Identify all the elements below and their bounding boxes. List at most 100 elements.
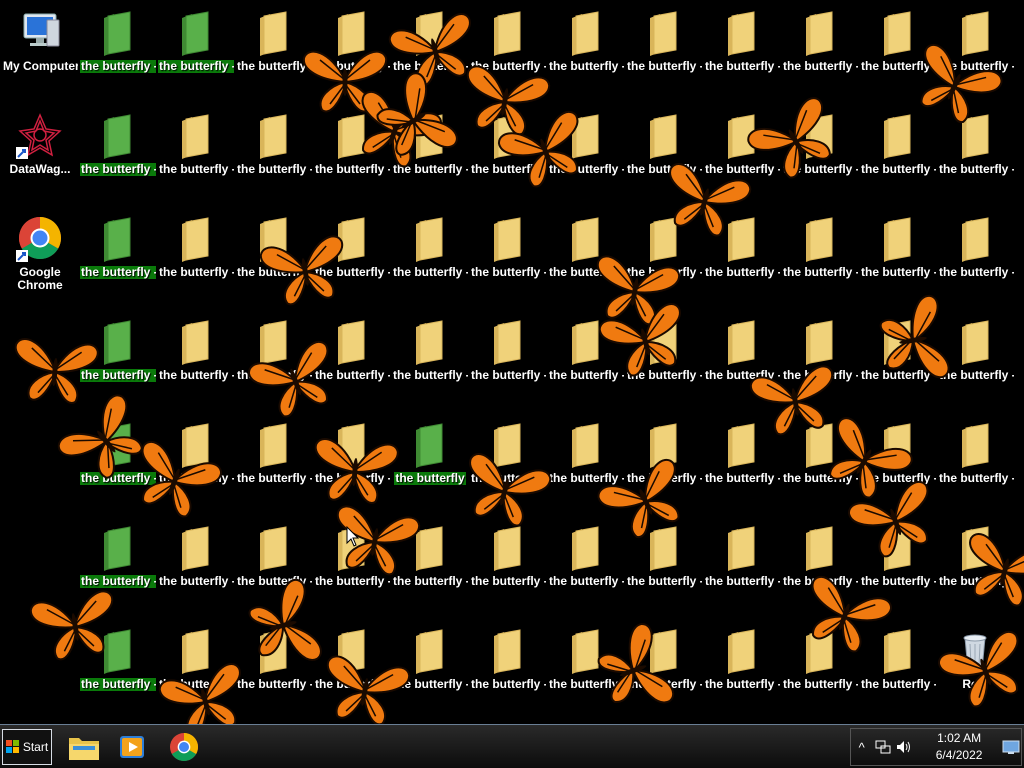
folder-item[interactable]: the butterfly - Copy (6) [80, 105, 156, 201]
folder-item[interactable]: the butterfly - Copy (7) [80, 208, 156, 304]
taskbar-media-player[interactable] [112, 729, 152, 765]
folder-label: the butterfly - Copy (43)... [627, 369, 702, 382]
folder-item[interactable]: the butterfly - Copy (64)... [860, 620, 936, 716]
folder-item[interactable]: the butterfly - Copy (16) [470, 105, 546, 201]
folder-item[interactable]: the butterfly - Copy (59)... [860, 105, 936, 201]
folder-item[interactable]: the butterfly - Copy (37)... [548, 414, 624, 510]
folder-item[interactable]: the butterfly - Copy (57)... [782, 620, 858, 716]
datawag-icon-item[interactable]: DataWag... [2, 105, 78, 201]
folder-item[interactable]: the butterfly - Copy (62)... [860, 414, 936, 510]
folder-item[interactable]: the butterfly - Copy (22)... [392, 2, 468, 98]
folder-item[interactable]: the butterfly - Copy (14) [236, 311, 312, 407]
folder-item[interactable]: the butterfly - Copy (34)... [548, 2, 624, 98]
folder-item[interactable]: the butterfly - Copy (28)... [470, 2, 546, 98]
folder-item[interactable]: the butterfly - Copy (54)... [782, 311, 858, 407]
folder-item[interactable]: the butterfly - Copy (44)... [626, 414, 702, 510]
folder-item[interactable]: the butterfly - Copy (31)... [470, 414, 546, 510]
folder-item[interactable]: the butterfly - Copy (21) [938, 414, 1014, 510]
folder-item[interactable]: the butterfly - Copy (15)... [236, 620, 312, 716]
folder-item[interactable]: the butterfly - Copy (9) [80, 414, 156, 510]
folder-item[interactable]: the butterfly - Copy (33)... [470, 620, 546, 716]
folder-item[interactable]: the butterfly - Copy (12) [158, 2, 234, 98]
folder-label: the butterfly - Copy (61)... [861, 369, 936, 382]
folder-item[interactable]: the butterfly - Copy (8)... [158, 517, 234, 613]
folder-item[interactable]: the butterfly - Copy (11)... [236, 105, 312, 201]
folder-item[interactable]: the butterfly - Copy (41)... [626, 105, 702, 201]
folder-item[interactable]: the butterfly - Copy (32)... [470, 517, 546, 613]
folder-item[interactable]: the butterfly - Copy (46)... [704, 2, 780, 98]
folder-item[interactable]: the butterfly - Copy (23)... [392, 105, 468, 201]
folder-item[interactable]: the butterfly - Copy (51)... [704, 517, 780, 613]
folder-item[interactable]: the butterfly - Copy (48)... [704, 208, 780, 304]
folder-item[interactable]: the butterfly - Copy (49)... [704, 311, 780, 407]
folder-item[interactable]: the butterfly - Copy (52)... [704, 620, 780, 716]
folder-item[interactable]: the butterfly - Copy (56)... [782, 517, 858, 613]
folder-item[interactable]: the butterfly - Copy [236, 2, 312, 98]
folder-item[interactable]: the butterfly - Copy (20) [782, 105, 858, 201]
folder-item[interactable]: the butterfly - Copy (19)... [314, 311, 390, 407]
folder-item[interactable]: the butterfly - Copy (9)... [158, 620, 234, 716]
folder-item[interactable]: the butterfly - Copy (55)... [782, 414, 858, 510]
folder-item[interactable]: the butterfly - Copy (8) [80, 311, 156, 407]
folder-item[interactable]: the butterfly - Copy (38)... [548, 517, 624, 613]
desktop[interactable]: My Computer DataWag... Google Chrome Re.… [0, 0, 1024, 724]
folder-item[interactable]: the butterfly - Copy [938, 517, 1014, 613]
google-chrome-icon-item[interactable]: Google Chrome [2, 208, 78, 304]
folder-item[interactable]: the butterfly - Copy (26)... [392, 517, 468, 613]
folder-item[interactable]: the butterfly - Copy (61)... [860, 311, 936, 407]
folder-item[interactable]: the butterfly - Copy (50)... [704, 414, 780, 510]
my-computer-icon-item[interactable]: My Computer [2, 2, 78, 98]
clock[interactable]: 1:02 AM 6/4/2022 [921, 730, 997, 764]
folder-item[interactable]: the butterfly - Copy (47)... [704, 105, 780, 201]
folder-item[interactable]: the butterfly [392, 414, 468, 510]
start-button[interactable]: Start [2, 729, 52, 765]
folder-item[interactable]: the butterfly - Copy (58)... [860, 2, 936, 98]
folder-item[interactable]: the butterfly - Copy (10) [80, 517, 156, 613]
folder-item[interactable]: the butterfly - Copy (43)... [626, 311, 702, 407]
network-icon[interactable] [872, 736, 893, 758]
folder-item[interactable]: the butterfly - Copy (6)... [158, 311, 234, 407]
taskbar-file-explorer[interactable] [64, 729, 104, 765]
folder-item[interactable]: the butterfly - Copy (25)... [392, 311, 468, 407]
folder-item[interactable]: the butterfly - Copy (65)... [938, 2, 1014, 98]
folder-item[interactable]: the butterfly - Copy (13)... [236, 414, 312, 510]
folder-item[interactable]: the butterfly - Copy (30)... [470, 311, 546, 407]
folder-item[interactable]: the butterfly - Copy (5) [80, 2, 156, 98]
folder-item[interactable]: the butterfly - Copy (67)... [938, 208, 1014, 304]
chevron-up-icon[interactable]: ^ [851, 736, 872, 758]
folder-item[interactable]: the butterfly - Copy (18) [626, 517, 702, 613]
folder-item[interactable]: the butterfly - Copy (68)... [938, 311, 1014, 407]
folder-item[interactable]: the butterfly - Copy (12)... [236, 208, 312, 304]
volume-icon[interactable] [894, 736, 915, 758]
folder-item[interactable]: the butterfly - Copy (53)... [782, 208, 858, 304]
folder-item[interactable]: the butterfly - Copy (40)... [626, 2, 702, 98]
recycle-bin-icon-item[interactable]: Re... [937, 620, 1013, 716]
folder-item[interactable]: the butterfly - Copy (39)... [548, 620, 624, 716]
folder-item[interactable]: the butterfly - Copy (5)... [158, 208, 234, 304]
folder-item[interactable]: the butterfly - Copy (35)... [548, 105, 624, 201]
folder-item[interactable]: the butterfly - Copy (20)... [314, 414, 390, 510]
folder-item[interactable]: the butterfly - Copy (22)... [314, 2, 390, 98]
folder-item[interactable]: the butterfly - Copy (13) [158, 105, 234, 201]
folder-item[interactable]: the butterfly - Copy (60)... [860, 208, 936, 304]
folder-item[interactable]: the butterfly - Copy (45)... [626, 620, 702, 716]
folder-icon [718, 214, 766, 264]
taskbar-google-chrome[interactable] [164, 729, 204, 765]
show-desktop-icon[interactable] [1001, 737, 1021, 757]
folder-item[interactable]: the butterfly - Copy (19) [782, 2, 858, 98]
folder-item[interactable]: the butterfly - Copy (14)... [236, 517, 312, 613]
folder-item[interactable]: the butterfly - Copy (24)... [392, 208, 468, 304]
folder-item[interactable]: the butterfly - Copy (17)... [314, 105, 390, 201]
chrome-icon [16, 214, 64, 264]
folder-item[interactable]: the butterfly - Copy (42)... [626, 208, 702, 304]
folder-item[interactable]: the butterfly - Copy (17) [548, 311, 624, 407]
folder-item[interactable]: the butterfly - Copy (18)... [314, 208, 390, 304]
folder-item[interactable]: the butterfly - Copy (29)... [470, 208, 546, 304]
folder-item[interactable]: the butterfly - Copy (66)... [938, 105, 1014, 201]
folder-item[interactable]: the butterfly - Copy (63)... [860, 517, 936, 613]
folder-item[interactable]: the butterfly - Copy (7)... [158, 414, 234, 510]
folder-item[interactable]: the butterfly - Copy (27)... [392, 620, 468, 716]
folder-item[interactable]: the butterfly - Copy (36)... [548, 208, 624, 304]
folder-item[interactable]: the butterfly - Copy (11) [80, 620, 156, 716]
folder-item[interactable]: the butterfly - Copy (21)... [314, 620, 390, 716]
